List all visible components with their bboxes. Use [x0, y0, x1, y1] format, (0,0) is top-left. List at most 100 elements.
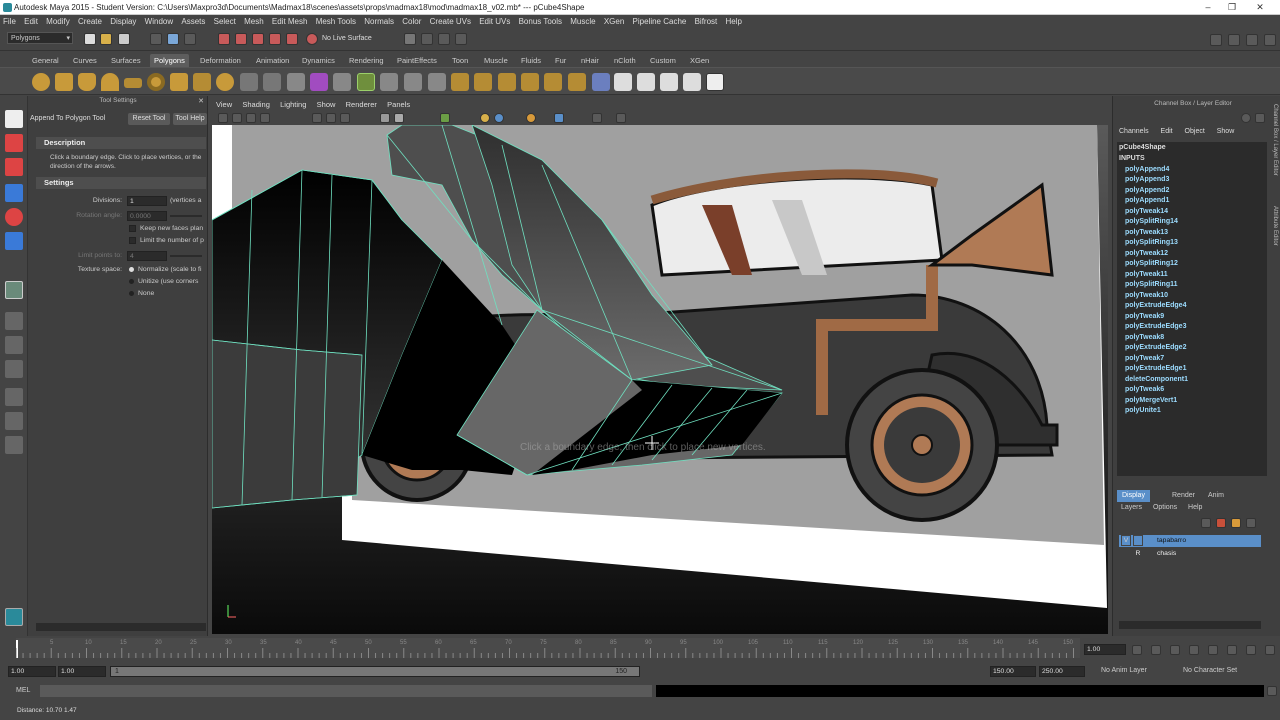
input-node[interactable]: polyMergeVert1 — [1125, 397, 1177, 404]
ipr-render-icon[interactable] — [438, 33, 450, 45]
toggle-panel-icon[interactable] — [1210, 34, 1222, 46]
live-surface-icon[interactable] — [306, 33, 318, 45]
script-editor-icon[interactable] — [1267, 686, 1277, 696]
menu-display[interactable]: Display — [110, 17, 136, 26]
input-node[interactable]: polyTweak9 — [1125, 313, 1164, 320]
range-bar[interactable]: 1 150 — [110, 666, 640, 677]
smooth-shade-icon[interactable] — [394, 113, 404, 123]
input-node[interactable]: polyAppend4 — [1125, 166, 1169, 173]
layer-menu-help[interactable]: Help — [1188, 504, 1202, 511]
limit-points-checkbox[interactable] — [129, 237, 136, 244]
menu-mesh-tools[interactable]: Mesh Tools — [316, 17, 356, 26]
scene-view[interactable] — [212, 124, 1108, 634]
film-gate-icon[interactable] — [326, 113, 336, 123]
insert-edge-loop-icon[interactable] — [498, 73, 516, 91]
shelf-tab-curves[interactable]: Curves — [69, 54, 101, 67]
keep-faces-planar-checkbox[interactable] — [129, 225, 136, 232]
viewport-menu-panels[interactable]: Panels — [387, 100, 410, 109]
playback-start-field[interactable]: 1.00 — [58, 666, 106, 677]
make-live-icon[interactable] — [286, 33, 298, 45]
shelf-tab-painteffects[interactable]: PaintEffects — [393, 54, 441, 67]
select-by-component-icon[interactable] — [184, 33, 196, 45]
input-node[interactable]: deleteComponent1 — [1125, 376, 1188, 383]
poly-plane-icon[interactable] — [124, 78, 142, 88]
shelf-tab-xgen[interactable]: XGen — [686, 54, 713, 67]
input-node[interactable]: polyTweak7 — [1125, 355, 1164, 362]
step-back-frame-icon[interactable] — [1170, 645, 1180, 655]
menu-muscle[interactable]: Muscle — [570, 17, 595, 26]
anim-layer-selector[interactable]: No Anim Layer — [1101, 667, 1147, 674]
tool-help-button[interactable]: Tool Help — [173, 113, 207, 125]
poly-cube-icon[interactable] — [55, 73, 73, 91]
wireframe-icon[interactable] — [380, 113, 390, 123]
input-node[interactable]: polyExtrudeEdge1 — [1125, 365, 1186, 372]
tool-settings-scrollbar[interactable] — [36, 623, 206, 631]
rotation-angle-field[interactable]: 0.0000 — [127, 211, 167, 221]
render-view-icon[interactable] — [404, 33, 416, 45]
step-forward-frame-icon[interactable] — [1227, 645, 1237, 655]
menu-pipeline-cache[interactable]: Pipeline Cache — [633, 17, 687, 26]
shelf-tab-toon[interactable]: Toon — [448, 54, 472, 67]
four-pane-layout-icon[interactable] — [5, 336, 23, 354]
current-time-field[interactable]: 1.00 — [1084, 644, 1126, 655]
viewport-menu-lighting[interactable]: Lighting — [280, 100, 306, 109]
layer-menu-options[interactable]: Options — [1153, 504, 1177, 511]
input-node[interactable]: polyTweak10 — [1125, 292, 1168, 299]
maya-home-icon[interactable] — [5, 608, 23, 626]
toggle-attribute-editor-icon[interactable] — [1228, 34, 1240, 46]
combine-icon[interactable] — [287, 73, 305, 91]
channel-box-toggle-icon[interactable] — [1241, 113, 1251, 123]
persp-outliner-layout-icon[interactable] — [5, 360, 23, 378]
last-tool-icon[interactable] — [5, 281, 23, 299]
input-node[interactable]: polyAppend2 — [1125, 187, 1169, 194]
split-polygon-icon[interactable] — [544, 73, 562, 91]
input-node[interactable]: polyAppend3 — [1125, 176, 1169, 183]
command-input[interactable] — [40, 685, 652, 697]
extrude-icon[interactable] — [404, 73, 422, 91]
mel-label[interactable]: MEL — [16, 687, 30, 694]
channel-box-side-tab[interactable]: Channel Box / Layer Editor — [1268, 104, 1278, 204]
menu-edit-mesh[interactable]: Edit Mesh — [272, 17, 308, 26]
start-time-field[interactable]: 1.00 — [8, 666, 56, 677]
offset-edge-loop-icon[interactable] — [521, 73, 539, 91]
persp-hypershade-layout-icon[interactable] — [5, 412, 23, 430]
time-slider[interactable]: 5 10 15 20 25 30 35 40 45 50 55 60 65 70… — [0, 636, 1280, 662]
resolution-gate-icon[interactable] — [340, 113, 350, 123]
sew-uv-icon[interactable] — [683, 73, 701, 91]
shelf-tab-muscle[interactable]: Muscle — [480, 54, 512, 67]
input-node[interactable]: polyTweak13 — [1125, 229, 1168, 236]
shadows-icon[interactable] — [494, 113, 504, 123]
menu-select[interactable]: Select — [214, 17, 236, 26]
render-frame-icon[interactable] — [421, 33, 433, 45]
character-set-selector[interactable]: No Character Set — [1183, 667, 1237, 674]
shelf-tab-surfaces[interactable]: Surfaces — [107, 54, 145, 67]
motion-blur-icon[interactable] — [554, 113, 564, 123]
grid-icon[interactable] — [312, 113, 322, 123]
shelf-tab-nhair[interactable]: nHair — [577, 54, 603, 67]
uv-editor-icon[interactable] — [592, 73, 610, 91]
toggle-channel-box-icon[interactable] — [1264, 34, 1276, 46]
cut-uv-icon[interactable] — [706, 73, 724, 91]
shelf-tab-polygons[interactable]: Polygons — [150, 54, 189, 67]
layer-row[interactable]: V tapabarro — [1119, 535, 1261, 547]
layer-row[interactable]: R chasis — [1119, 548, 1261, 560]
poly-prism-icon[interactable] — [170, 73, 188, 91]
shelf-tab-fluids[interactable]: Fluids — [517, 54, 545, 67]
minimize-button[interactable]: – — [1196, 0, 1220, 15]
smooth-icon[interactable] — [568, 73, 586, 91]
layer-menu-layers[interactable]: Layers — [1121, 504, 1142, 511]
paint-select-icon[interactable] — [5, 158, 23, 176]
input-node[interactable]: polyUnite1 — [1125, 407, 1161, 414]
panel-close-icon[interactable]: ✕ — [198, 97, 204, 105]
planar-mapping-icon[interactable] — [637, 73, 655, 91]
reset-tool-button[interactable]: Reset Tool — [128, 113, 170, 125]
single-pane-layout-icon[interactable] — [5, 312, 23, 330]
ambient-occlusion-icon[interactable] — [526, 113, 536, 123]
select-by-hierarchy-icon[interactable] — [150, 33, 162, 45]
new-scene-icon[interactable] — [84, 33, 96, 45]
menu-assets[interactable]: Assets — [181, 17, 205, 26]
tab-render[interactable]: Render — [1167, 490, 1200, 502]
select-tool-icon[interactable] — [5, 110, 23, 128]
move-layer-up-icon[interactable] — [1201, 518, 1211, 528]
unitize-radio[interactable] — [129, 279, 134, 284]
